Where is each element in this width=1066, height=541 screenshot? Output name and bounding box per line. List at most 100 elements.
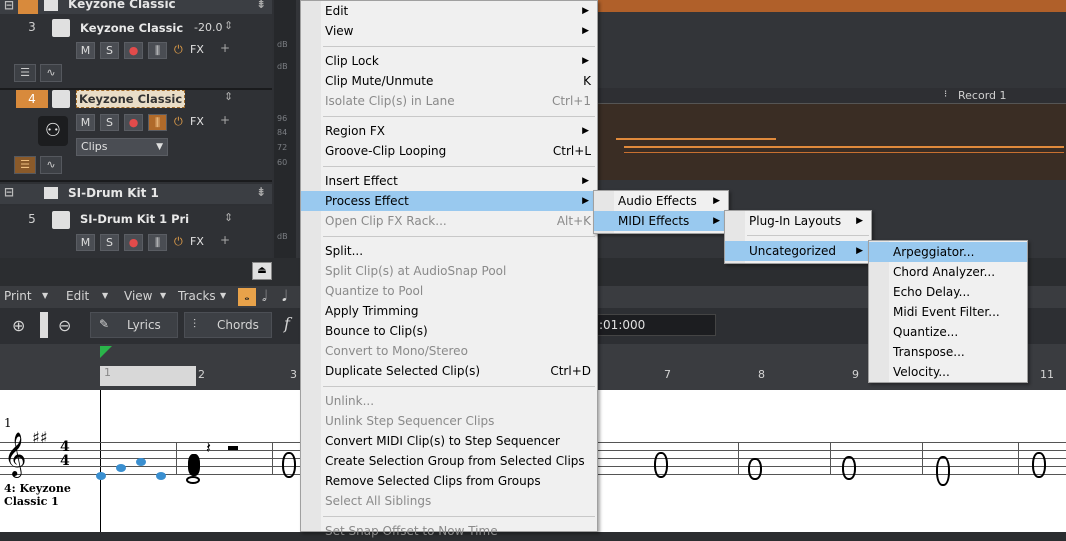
chord[interactable]	[188, 454, 200, 476]
track-name[interactable]: SI-Drum Kit 1 Pri	[80, 212, 189, 226]
track-name[interactable]: Keyzone Classic	[76, 90, 186, 108]
record-arm-button[interactable]: ●	[124, 114, 143, 131]
solo-button[interactable]: S	[100, 114, 119, 131]
collapse-icon[interactable]: ⊟	[4, 185, 14, 199]
automation-icon[interactable]: ∿	[40, 156, 62, 174]
chord[interactable]	[282, 452, 296, 478]
fx-label[interactable]: FX	[190, 43, 204, 56]
note[interactable]	[96, 472, 106, 480]
menu-item-apply-trimming[interactable]: Apply Trimming	[301, 301, 597, 321]
view-menu[interactable]: View	[124, 289, 152, 303]
time-display[interactable]: :01:000	[594, 314, 716, 336]
fx-power-icon[interactable]: ⏻	[174, 115, 183, 129]
fx-power-icon[interactable]: ⏻	[174, 43, 183, 57]
clip[interactable]	[596, 0, 1066, 12]
folder-header-2[interactable]: ⊟ SI-Drum Kit 1 ⇟	[0, 184, 272, 204]
expand-icon[interactable]: ⇕	[224, 211, 233, 224]
menu-item-unlink-step-sequencer[interactable]: Unlink Step Sequencer Clips	[301, 411, 597, 431]
menu-item-arpeggiator[interactable]: Arpeggiator...	[869, 242, 1027, 262]
menu-item-audio-effects[interactable]: Audio Effects ▶	[594, 191, 728, 211]
chord[interactable]	[936, 456, 950, 486]
expand-icon[interactable]: ⇕	[224, 19, 233, 32]
folder-menu-icon[interactable]: ⇟	[256, 0, 266, 11]
add-fx-icon[interactable]: +	[220, 113, 230, 127]
chevron-down-icon[interactable]: ▼	[102, 291, 108, 300]
menu-item-clip-lock[interactable]: Clip Lock ▶	[301, 51, 597, 71]
menu-item-velocity[interactable]: Velocity...	[869, 362, 1027, 382]
menu-item-clip-mute[interactable]: Clip Mute/Unmute K	[301, 71, 597, 91]
zoom-slider[interactable]	[40, 312, 48, 338]
solo-button[interactable]: S	[100, 42, 119, 59]
menu-item-select-all-siblings[interactable]: Select All Siblings	[301, 491, 597, 511]
folder-header-1[interactable]: ⊟ Keyzone Classic ⇟	[0, 0, 272, 14]
input-echo-button[interactable]: ⫼	[148, 234, 167, 251]
automation-icon[interactable]: ∿	[40, 64, 62, 82]
volume-readout[interactable]: -20.0	[194, 21, 222, 34]
add-fx-icon[interactable]: +	[220, 233, 230, 247]
record-arm-button[interactable]: ●	[124, 234, 143, 251]
menu-item-view[interactable]: View ▶	[301, 21, 597, 41]
menu-item-plugin-layouts[interactable]: Plug-In Layouts ▶	[725, 211, 871, 231]
menu-item-split-at-audiosnap[interactable]: Split Clip(s) at AudioSnap Pool	[301, 261, 597, 281]
quarter-note-icon[interactable]: 𝅘𝅥	[282, 287, 287, 305]
record-arm-button[interactable]: ●	[124, 42, 143, 59]
collapse-icon[interactable]: ⊟	[4, 0, 14, 12]
loop-region[interactable]	[100, 366, 196, 386]
add-fx-icon[interactable]: +	[220, 41, 230, 55]
chord[interactable]	[748, 458, 762, 480]
start-marker-icon[interactable]	[100, 346, 112, 358]
menu-item-quantize-to-pool[interactable]: Quantize to Pool	[301, 281, 597, 301]
menu-item-bounce-to-clips[interactable]: Bounce to Clip(s)	[301, 321, 597, 341]
menu-item-isolate-clips[interactable]: Isolate Clip(s) in Lane Ctrl+1	[301, 91, 597, 111]
print-menu[interactable]: Print	[4, 289, 32, 303]
chevron-down-icon[interactable]: ▼	[220, 291, 226, 300]
scroll-up-button[interactable]: ⏏	[252, 262, 272, 280]
menu-item-open-clip-fx-rack[interactable]: Open Clip FX Rack... Alt+K	[301, 211, 597, 231]
menu-item-groove-clip-looping[interactable]: Groove-Clip Looping Ctrl+L	[301, 141, 597, 161]
mute-button[interactable]: M	[76, 234, 95, 251]
menu-item-midi-event-filter[interactable]: Midi Event Filter...	[869, 302, 1027, 322]
menu-item-midi-effects[interactable]: MIDI Effects ▶	[594, 211, 728, 231]
lyrics-button[interactable]: ✎ Lyrics	[90, 312, 178, 338]
menu-item-create-selection-group[interactable]: Create Selection Group from Selected Cli…	[301, 451, 597, 471]
input-echo-button[interactable]: ⫼	[148, 114, 167, 131]
menu-item-convert-to-step-sequencer[interactable]: Convert MIDI Clip(s) to Step Sequencer	[301, 431, 597, 451]
fx-label[interactable]: FX	[190, 115, 204, 128]
menu-item-chord-analyzer[interactable]: Chord Analyzer...	[869, 262, 1027, 282]
edit-menu[interactable]: Edit	[66, 289, 89, 303]
chord[interactable]	[186, 476, 200, 484]
menu-item-quantize[interactable]: Quantize...	[869, 322, 1027, 342]
chevron-down-icon[interactable]: ▼	[160, 291, 166, 300]
mute-button[interactable]: M	[76, 42, 95, 59]
folder-menu-icon[interactable]: ⇟	[256, 185, 266, 199]
input-echo-button[interactable]: ⫼	[148, 42, 167, 59]
menu-item-duplicate-clips[interactable]: Duplicate Selected Clip(s) Ctrl+D	[301, 361, 597, 381]
menu-item-unlink[interactable]: Unlink...	[301, 391, 597, 411]
menu-item-split[interactable]: Split...	[301, 241, 597, 261]
menu-item-transpose[interactable]: Transpose...	[869, 342, 1027, 362]
tracks-menu[interactable]: Tracks	[178, 289, 216, 303]
input-dropdown[interactable]: Clips ▼	[76, 138, 168, 156]
note[interactable]	[156, 472, 166, 480]
note[interactable]	[116, 464, 126, 472]
menu-item-convert-mono-stereo[interactable]: Convert to Mono/Stereo	[301, 341, 597, 361]
half-note-icon[interactable]: 𝅗𝅥	[262, 287, 267, 305]
menu-item-process-effect[interactable]: Process Effect ▶	[301, 191, 597, 211]
expand-icon[interactable]: ⇕	[224, 90, 233, 103]
note[interactable]	[136, 458, 146, 466]
expression-icon[interactable]: f	[284, 314, 290, 333]
menu-item-remove-from-groups[interactable]: Remove Selected Clips from Groups	[301, 471, 597, 491]
menu-item-edit[interactable]: Edit ▶	[301, 1, 597, 21]
chevron-down-icon[interactable]: ▼	[42, 291, 48, 300]
chord[interactable]	[842, 456, 856, 480]
menu-item-set-snap-offset[interactable]: Set Snap Offset to Now Time	[301, 521, 597, 541]
chord[interactable]	[654, 452, 668, 478]
fx-label[interactable]: FX	[190, 235, 204, 248]
menu-item-region-fx[interactable]: Region FX ▶	[301, 121, 597, 141]
menu-item-uncategorized[interactable]: Uncategorized ▶	[725, 241, 871, 261]
track-view-icon[interactable]: ☰	[14, 156, 36, 174]
whole-note-icon[interactable]: 𝅝	[238, 288, 256, 306]
fx-power-icon[interactable]: ⏻	[174, 235, 183, 249]
mute-button[interactable]: M	[76, 114, 95, 131]
chord[interactable]	[1032, 452, 1046, 478]
